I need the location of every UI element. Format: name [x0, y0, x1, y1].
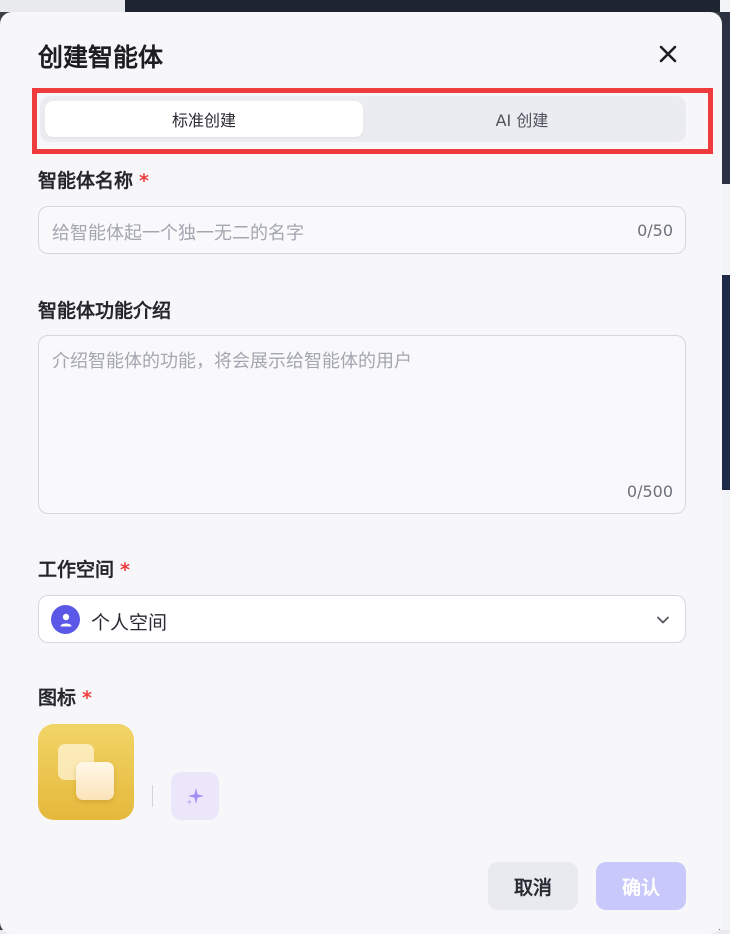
avatar: [51, 605, 80, 634]
workspace-field-label: 工作空间 *: [38, 555, 130, 582]
name-placeholder: 给智能体起一个独一无二的名字: [52, 223, 304, 244]
user-icon: [60, 613, 71, 626]
confirm-button[interactable]: 确认: [596, 862, 686, 910]
highlight-box: [32, 88, 713, 154]
workspace-label-text: 工作空间: [38, 559, 115, 581]
name-label-text: 智能体名称: [38, 170, 134, 192]
background-banner: [125, 0, 730, 12]
name-field-label: 智能体名称 *: [38, 166, 149, 193]
required-mark: *: [82, 687, 92, 709]
description-placeholder: 介绍智能体的功能，将会展示给智能体的用户: [52, 351, 412, 372]
stacked-squares-icon-front: [76, 762, 114, 800]
required-mark: *: [120, 559, 130, 581]
close-button[interactable]: [650, 36, 686, 72]
agent-icon-picker[interactable]: [38, 724, 134, 820]
background-app: [0, 0, 125, 12]
divider: [152, 785, 153, 807]
icon-label-text: 图标: [38, 687, 77, 709]
chevron-down-icon: [657, 616, 669, 624]
required-mark: *: [139, 170, 149, 192]
agent-description-textarea[interactable]: 介绍智能体的功能，将会展示给智能体的用户 0/500: [38, 335, 686, 514]
create-agent-dialog: 创建智能体 标准创建 AI 创建 智能体名称 * 给智能体起一个独一无二的名字 0…: [0, 12, 722, 934]
dialog-title: 创建智能体: [38, 43, 164, 72]
name-char-counter: 0/50: [637, 221, 673, 240]
agent-name-input[interactable]: 给智能体起一个独一无二的名字 0/50: [38, 206, 686, 254]
icon-field-label: 图标 *: [38, 683, 92, 710]
workspace-selected-value: 个人空间: [91, 612, 168, 634]
workspace-select[interactable]: 个人空间: [38, 595, 686, 643]
close-icon: [659, 45, 677, 63]
ai-generate-icon-button[interactable]: [171, 772, 219, 820]
cancel-button[interactable]: 取消: [488, 862, 578, 910]
description-char-counter: 0/500: [626, 482, 673, 501]
description-field-label: 智能体功能介绍: [38, 296, 171, 323]
sparkle-icon: [186, 788, 204, 805]
description-label-text: 智能体功能介绍: [38, 300, 172, 322]
